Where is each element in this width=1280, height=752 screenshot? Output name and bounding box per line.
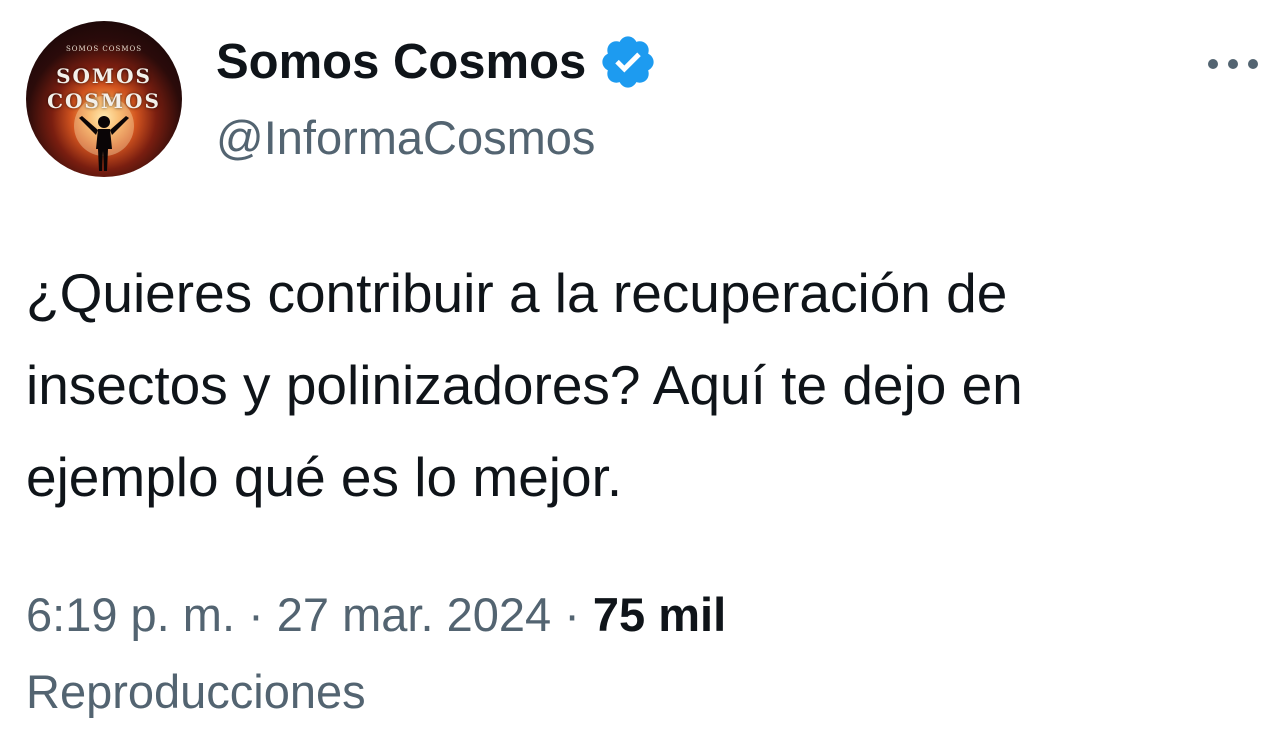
author-display-name[interactable]: Somos Cosmos — [216, 34, 586, 90]
tweet-meta: 6:19 p. m. · 27 mar. 2024 · 75 mil — [26, 583, 1266, 647]
more-options-button[interactable] — [1200, 44, 1266, 84]
avatar-text-line1: SOMOS — [56, 64, 152, 88]
meta-separator-2: · — [564, 588, 580, 641]
meta-separator: · — [248, 588, 264, 641]
views-count[interactable]: 75 mil — [593, 588, 726, 641]
tweet-time[interactable]: 6:19 p. m. — [26, 588, 235, 641]
tweet-text: ¿Quieres contribuir a la recuperación de… — [26, 262, 1023, 508]
avatar-text-line2: COSMOS — [47, 89, 161, 113]
views-label[interactable]: Reproducciones — [26, 660, 366, 724]
verified-badge-icon[interactable] — [598, 32, 658, 92]
author-handle[interactable]: @InformaCosmos — [216, 110, 595, 165]
tweet-date[interactable]: 27 mar. 2024 — [277, 588, 551, 641]
avatar-logo-text: SOMOS COSMOS — [65, 45, 143, 53]
avatar[interactable]: SOMOS COSMOS SOMOS COSMOS — [26, 21, 182, 177]
author-name-row: Somos Cosmos — [216, 30, 658, 94]
more-horizontal-icon — [1208, 59, 1258, 69]
tweet-card: SOMOS COSMOS SOMOS COSMOS Somos Cosmos @… — [0, 0, 1280, 752]
